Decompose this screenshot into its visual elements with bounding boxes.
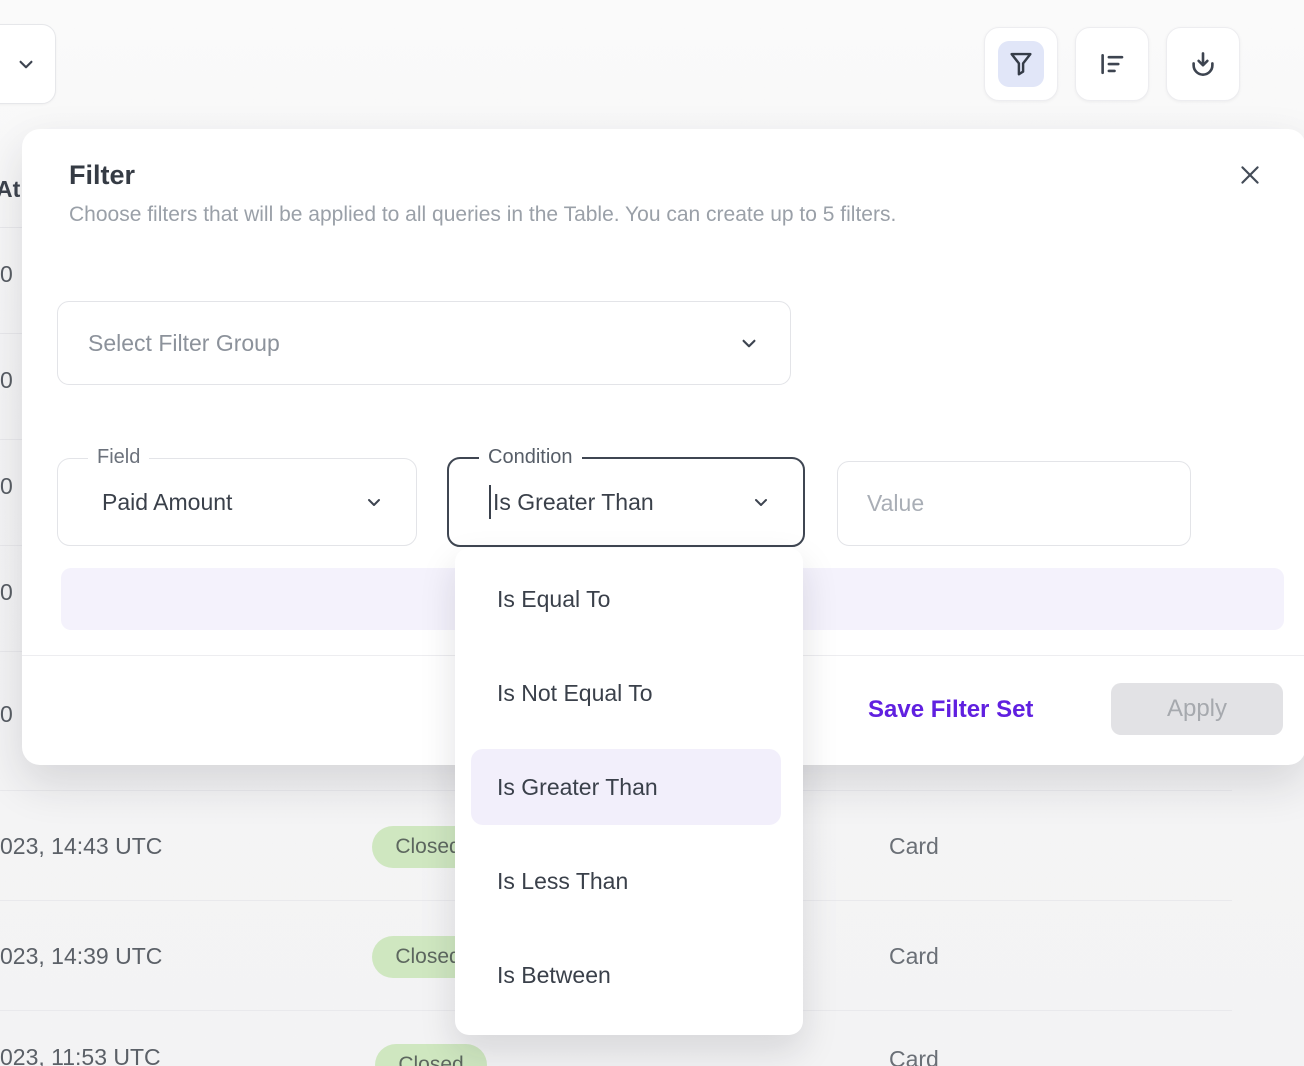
save-filter-set-link[interactable]: Save Filter Set xyxy=(868,696,1033,724)
value-input[interactable] xyxy=(838,490,1190,517)
condition-value: Is Greater Than xyxy=(493,489,654,516)
condition-select[interactable]: Condition Is Greater Than xyxy=(447,457,805,547)
condition-dropdown-menu: Is Equal To Is Not Equal To Is Greater T… xyxy=(455,548,803,1035)
collapsed-dropdown-button[interactable] xyxy=(0,24,56,104)
filter-active-highlight xyxy=(998,41,1044,87)
close-icon xyxy=(1237,162,1263,188)
dropdown-option-is-not-equal-to[interactable]: Is Not Equal To xyxy=(455,646,803,740)
funnel-icon xyxy=(1007,50,1035,78)
dropdown-option-is-less-than[interactable]: Is Less Than xyxy=(455,834,803,928)
field-select[interactable]: Field Paid Amount xyxy=(57,458,417,546)
filter-toolbar-button[interactable] xyxy=(984,27,1058,101)
chevron-down-icon xyxy=(736,330,762,356)
sort-lines-icon xyxy=(1097,49,1127,79)
apply-button[interactable]: Apply xyxy=(1111,683,1283,735)
filter-group-placeholder: Select Filter Group xyxy=(88,330,280,357)
chevron-down-icon xyxy=(362,490,386,514)
dropdown-option-is-greater-than[interactable]: Is Greater Than xyxy=(455,740,803,834)
sort-toolbar-button[interactable] xyxy=(1075,27,1149,101)
export-toolbar-button[interactable] xyxy=(1166,27,1240,101)
download-icon xyxy=(1188,49,1218,79)
close-button[interactable] xyxy=(1234,159,1266,191)
chevron-down-icon xyxy=(749,490,773,514)
modal-subtitle: Choose filters that will be applied to a… xyxy=(69,203,896,227)
dropdown-option-is-equal-to[interactable]: Is Equal To xyxy=(455,552,803,646)
chevron-down-icon xyxy=(13,51,39,77)
text-cursor xyxy=(489,485,491,519)
dropdown-option-is-between[interactable]: Is Between xyxy=(455,928,803,1022)
filter-group-select[interactable]: Select Filter Group xyxy=(57,301,791,385)
modal-title: Filter xyxy=(69,160,135,191)
value-field-wrap xyxy=(837,461,1191,546)
